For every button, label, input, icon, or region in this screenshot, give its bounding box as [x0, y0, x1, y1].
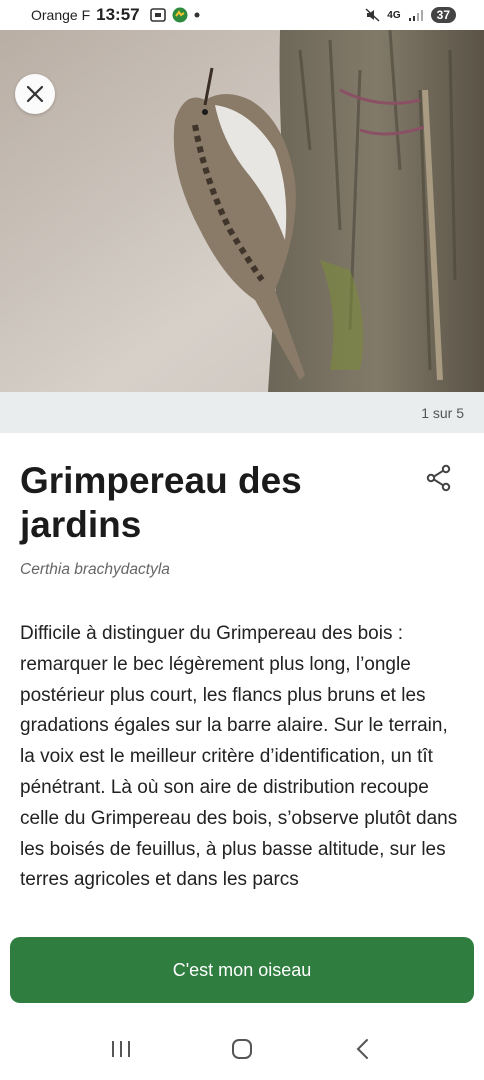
recent-apps-icon	[111, 1041, 130, 1057]
system-nav-bar	[0, 1018, 484, 1080]
confirm-bird-button[interactable]: C'est mon oiseau	[10, 937, 474, 1003]
status-bar: Orange F 13:57 4G 37	[0, 0, 484, 30]
species-details: Grimpereau des jardins Certhia brachydac…	[0, 433, 484, 903]
close-button[interactable]	[15, 74, 55, 114]
carrier-label: Orange F	[31, 7, 91, 23]
network-type: 4G	[387, 9, 401, 21]
share-button[interactable]	[424, 463, 454, 493]
clock: 13:57	[96, 5, 140, 24]
home-icon	[231, 1039, 252, 1059]
app-notification-icon	[172, 7, 188, 23]
screenshot-icon	[149, 8, 166, 22]
species-description: Difficile à distinguer du Grimpereau des…	[20, 623, 458, 891]
nav-back-button[interactable]	[343, 1029, 383, 1069]
photo-counter-bar: 1 sur 5	[0, 392, 484, 433]
nav-home-button[interactable]	[222, 1029, 262, 1069]
bird-photo[interactable]	[0, 30, 484, 392]
photo-counter: 1 sur 5	[421, 404, 464, 421]
mute-icon	[365, 8, 380, 22]
nav-recent-button[interactable]	[101, 1029, 141, 1069]
dot-icon	[194, 12, 200, 18]
close-icon	[26, 85, 44, 103]
scientific-name: Certhia brachydactyla	[20, 561, 170, 578]
back-icon	[356, 1039, 369, 1059]
signal-icon	[408, 10, 423, 21]
battery-indicator: 37	[430, 7, 456, 23]
photo-illustration	[0, 30, 484, 392]
share-icon	[426, 464, 451, 492]
species-name: Grimpereau des jardins	[20, 460, 302, 545]
